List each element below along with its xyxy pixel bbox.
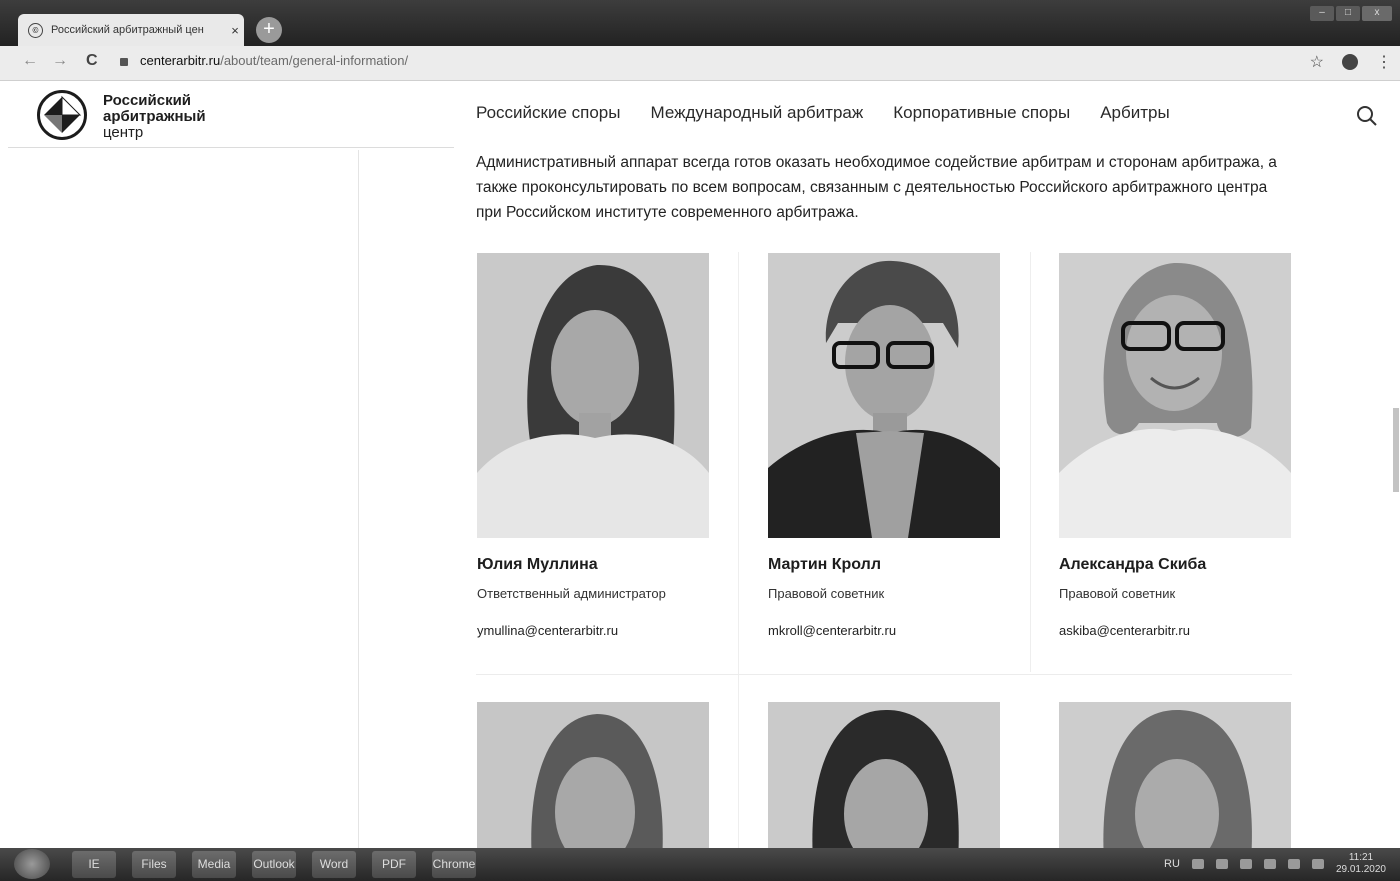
close-window-button[interactable]: x: [1362, 6, 1392, 21]
intro-text: Административный аппарат всегда готов ок…: [476, 154, 1277, 221]
person-name: Юлия Муллина: [477, 556, 598, 573]
browser-menu-icon[interactable]: ⋮: [1376, 52, 1392, 72]
sidebar-divider: [358, 150, 359, 850]
tab-close-icon[interactable]: ×: [226, 23, 244, 38]
explorer-icon[interactable]: Files: [132, 851, 176, 878]
site-header: Российский арбитражный центр Российские …: [0, 80, 1400, 150]
person-role: Правовой советник: [768, 586, 885, 601]
forward-button[interactable]: →: [52, 52, 68, 70]
media-player-icon[interactable]: Media: [192, 851, 236, 878]
person-role: Ответственный администратор: [477, 586, 666, 601]
lock-icon: [120, 57, 128, 66]
person-email-link[interactable]: mkroll@centerarbitr.ru: [768, 623, 1008, 638]
person-email-link[interactable]: ymullina@centerarbitr.ru: [477, 623, 717, 638]
nav-arbitrators[interactable]: Арбитры: [1100, 103, 1170, 123]
pdf-reader-icon[interactable]: PDF: [372, 851, 416, 878]
bookmark-star-icon[interactable]: ☆: [1310, 52, 1324, 72]
column-divider: [738, 252, 739, 852]
url-domain: centerarbitr.ru: [140, 53, 221, 68]
chrome-icon[interactable]: Chrome: [432, 851, 476, 878]
person-photo: [768, 253, 1000, 538]
nav-international-arbitration[interactable]: Международный арбитраж: [650, 103, 863, 123]
header-divider: [8, 147, 454, 148]
url-field[interactable]: centerarbitr.ru /about/team/general-info…: [120, 53, 408, 68]
team-card[interactable]: [477, 702, 717, 862]
display-icon[interactable]: [1287, 859, 1300, 869]
column-divider: [1030, 252, 1031, 672]
main-nav: Российские споры Международный арбитраж …: [476, 103, 1170, 123]
person-name: Мартин Кролл: [768, 556, 882, 573]
logo-line-1: Российский: [103, 92, 192, 109]
mail-icon[interactable]: [1263, 859, 1276, 869]
person-email-link[interactable]: askiba@centerarbitr.ru: [1059, 623, 1299, 638]
window-controls: – □ x: [1310, 6, 1392, 21]
reload-button[interactable]: C: [86, 52, 98, 70]
outlook-icon[interactable]: Outlook: [252, 851, 296, 878]
word-icon[interactable]: Word: [312, 851, 356, 878]
url-path: /about/team/general-information/: [220, 53, 409, 68]
person-photo: [477, 253, 709, 538]
clock[interactable]: 11:21 29.01.2020: [1336, 852, 1386, 876]
scrollbar-thumb[interactable]: [1393, 408, 1399, 492]
maximize-button[interactable]: □: [1336, 6, 1360, 21]
person-photo: [768, 702, 1000, 862]
minimize-button[interactable]: –: [1310, 6, 1334, 21]
back-button[interactable]: ←: [22, 52, 38, 70]
browser-tab-bar: © Российский арбитражный цен × + – □ x: [0, 0, 1400, 46]
nav-corporate-disputes[interactable]: Корпоративные споры: [893, 103, 1070, 123]
row-divider: [476, 674, 1292, 675]
new-tab-button[interactable]: +: [256, 17, 282, 43]
person-role: Правовой советник: [1059, 586, 1176, 601]
logo-line-2: арбитражный: [103, 108, 206, 125]
ie-icon[interactable]: IE: [72, 851, 116, 878]
person-name: Александра Скиба: [1059, 556, 1207, 573]
team-card[interactable]: Александра Скиба Правовой советник askib…: [1059, 253, 1299, 638]
logo-line-3: центр: [103, 124, 144, 141]
start-button[interactable]: [14, 849, 50, 879]
windows-taskbar: IE Files Media Outlook Word PDF Chrome R…: [0, 848, 1400, 881]
network-icon[interactable]: [1215, 859, 1228, 869]
team-card[interactable]: Мартин Кролл Правовой советник mkroll@ce…: [768, 253, 1008, 638]
clock-time: 11:21: [1348, 852, 1374, 863]
flag-icon[interactable]: [1191, 859, 1204, 869]
clock-date: 29.01.2020: [1335, 864, 1386, 875]
person-photo: [477, 702, 709, 862]
person-photo: [1059, 702, 1291, 862]
profile-icon[interactable]: [1342, 54, 1358, 70]
team-card[interactable]: [768, 702, 1008, 862]
logo-icon[interactable]: [37, 90, 87, 140]
battery-icon[interactable]: [1239, 859, 1252, 869]
language-indicator[interactable]: RU: [1164, 858, 1180, 870]
system-tray: RU 11:21 29.01.2020: [1164, 852, 1386, 876]
person-photo: [1059, 253, 1291, 538]
address-bar: ← → C centerarbitr.ru /about/team/genera…: [0, 46, 1400, 81]
browser-tab[interactable]: © Российский арбитражный цен ×: [18, 14, 244, 46]
nav-russian-disputes[interactable]: Российские споры: [476, 103, 620, 123]
search-icon[interactable]: [1356, 105, 1378, 127]
team-card[interactable]: [1059, 702, 1299, 862]
team-card[interactable]: Юлия Муллина Ответственный администратор…: [477, 253, 717, 638]
volume-icon[interactable]: [1311, 859, 1324, 869]
logo-text[interactable]: Российский арбитражный центр: [103, 93, 206, 141]
site-favicon-icon: ©: [28, 22, 43, 38]
tab-title: Российский арбитражный цен: [51, 24, 204, 36]
